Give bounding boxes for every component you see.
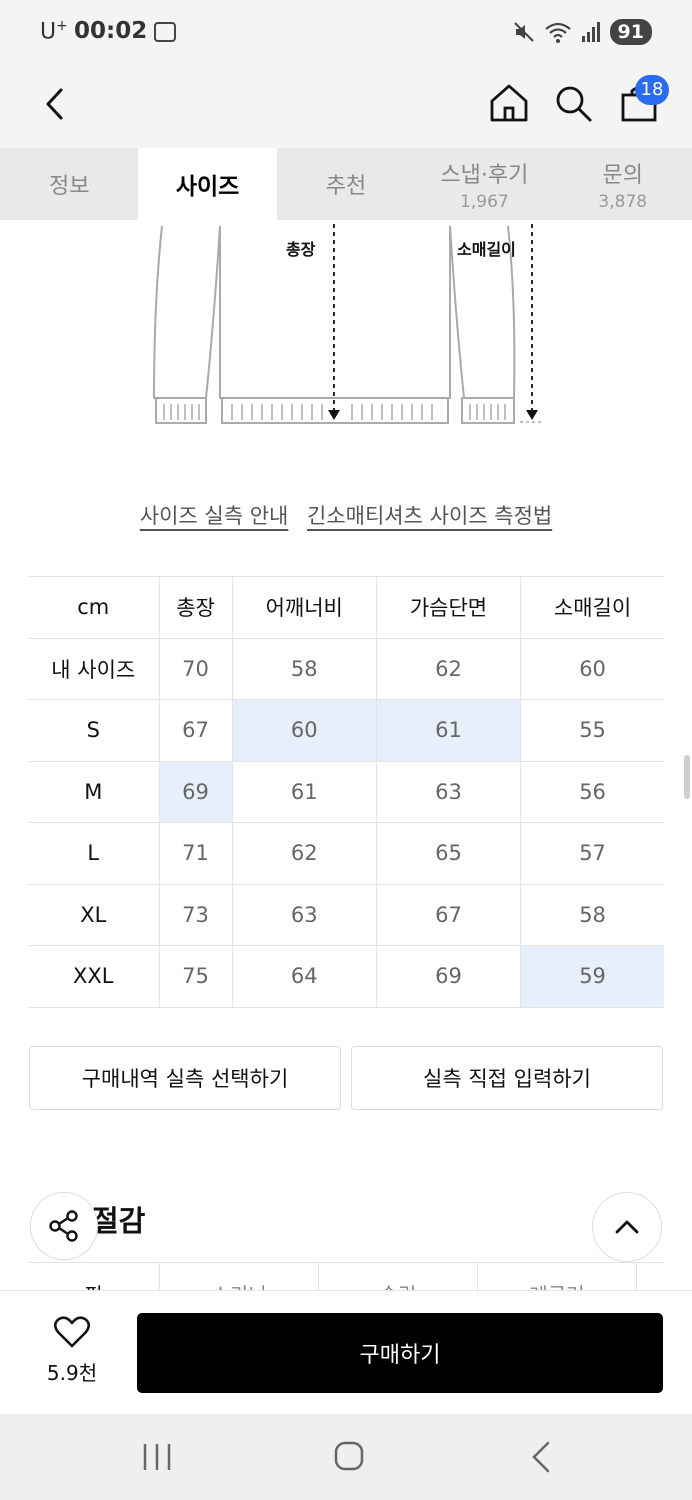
scroll-top-button[interactable] [592,1192,662,1262]
table-cell: 67 [159,699,233,762]
wifi-icon [544,22,571,43]
table-row-xxl: XXL 75 64 69 59 [28,945,664,1008]
inquiry-count: 3,878 [598,191,648,212]
status-icons: 91 [512,18,652,46]
table-cell: 62 [376,638,522,700]
system-home-icon[interactable] [333,1440,365,1472]
table-row-s: S 67 60 61 55 [28,699,664,762]
table-cell: 70 [159,638,233,700]
table-row-m: M 69 61 63 56 [28,761,664,823]
table-cell: 55 [520,699,664,762]
tab-inquiry[interactable]: 문의 3,878 [554,148,692,220]
table-header: 어깨너비 [232,576,377,639]
label-sleeve-length: 소매길이 [457,240,516,259]
table-cell: 63 [232,884,377,946]
tab-snap-review[interactable]: 스냅·후기 1,967 [415,148,553,220]
chevron-up-icon [615,1220,639,1234]
table-cell: 62 [232,822,377,885]
table-cell: 75 [159,945,233,1008]
table-cell: 61 [232,761,377,823]
table-row-xl: XL 73 63 67 58 [28,884,664,946]
table-cell-highlighted: 69 [159,761,233,823]
share-button[interactable] [30,1192,98,1260]
row-label: 내 사이즈 [28,638,160,700]
mute-icon [513,22,534,42]
buy-button[interactable]: 구매하기 [137,1313,663,1393]
search-icon[interactable] [552,82,594,124]
table-header: 가슴단면 [376,576,522,639]
heart-icon [53,1316,91,1348]
table-cell: 67 [376,884,522,946]
row-label: S [28,699,160,762]
table-cell: 69 [376,945,522,1008]
row-label: XL [28,884,160,946]
status-time: 00:02 [74,18,148,44]
table-cell: 71 [159,822,233,885]
row-label: M [28,761,160,823]
table-cell: 65 [376,822,522,885]
size-guide-links: 사이즈 실측 안내 긴소매티셔츠 사이즈 측정법 [0,500,692,530]
scroll-indicator[interactable] [684,755,690,799]
purchase-bar: 5.9천 구매하기 [0,1290,692,1414]
tab-info[interactable]: 정보 [0,148,138,220]
table-cell: 64 [232,945,377,1008]
like-count: 5.9천 [46,1361,98,1385]
app-header [0,64,692,148]
table-cell-highlighted: 60 [232,699,377,762]
table-cell: 73 [159,884,233,946]
tab-bar: 정보 사이즈 추천 스냅·후기 1,967 문의 3,878 [0,148,692,220]
table-cell-highlighted: 59 [520,945,664,1008]
table-row-l: L 71 62 65 57 [28,822,664,885]
table-cell: 58 [520,884,664,946]
share-icon [49,1210,78,1242]
table-header-row: cm 총장 어깨너비 가슴단면 소매길이 [28,576,664,639]
signal-icon [581,22,600,42]
table-header: 소매길이 [520,576,664,639]
table-header: 총장 [159,576,233,639]
battery-indicator: 91 [609,19,652,45]
tab-recommend[interactable]: 추천 [277,148,415,220]
table-cell: 63 [376,761,522,823]
table-cell: 58 [232,638,377,700]
table-cell: 57 [520,822,664,885]
table-cell: 60 [520,638,664,700]
size-table: cm 총장 어깨너비 가슴단면 소매길이 내 사이즈 70 58 62 60 S… [28,576,664,1008]
review-count: 1,967 [460,191,509,212]
carrier-label: U+ [40,18,68,45]
cart-count-badge: 18 [635,75,669,105]
row-label: XXL [28,945,160,1008]
back-icon[interactable] [36,84,76,124]
fit-table-partial: 핏 스키니 슬림 레귤러 [28,1262,664,1292]
label-total-length: 총장 [286,240,316,259]
tab-size[interactable]: 사이즈 [138,148,277,220]
home-icon[interactable] [488,82,530,124]
table-header: cm [28,576,160,639]
screenshot-icon [154,22,176,42]
table-cell-highlighted: 61 [376,699,522,762]
system-nav-bar [0,1414,692,1500]
size-guide-link[interactable]: 사이즈 실측 안내 [140,504,289,528]
size-diagram: 총장 소매길이 [140,220,560,435]
purchase-history-measure-button[interactable]: 구매내역 실측 선택하기 [29,1046,341,1110]
like-button[interactable]: 5.9천 [36,1315,108,1386]
measure-method-link[interactable]: 긴소매티셔츠 사이즈 측정법 [307,504,552,528]
direct-input-measure-button[interactable]: 실측 직접 입력하기 [351,1046,663,1110]
system-back-icon[interactable] [528,1440,554,1474]
table-cell: 56 [520,761,664,823]
recent-apps-icon[interactable] [140,1442,174,1472]
table-row-my-size: 내 사이즈 70 58 62 60 [28,638,664,700]
status-bar: U+ 00:02 91 [0,0,692,64]
row-label: L [28,822,160,885]
